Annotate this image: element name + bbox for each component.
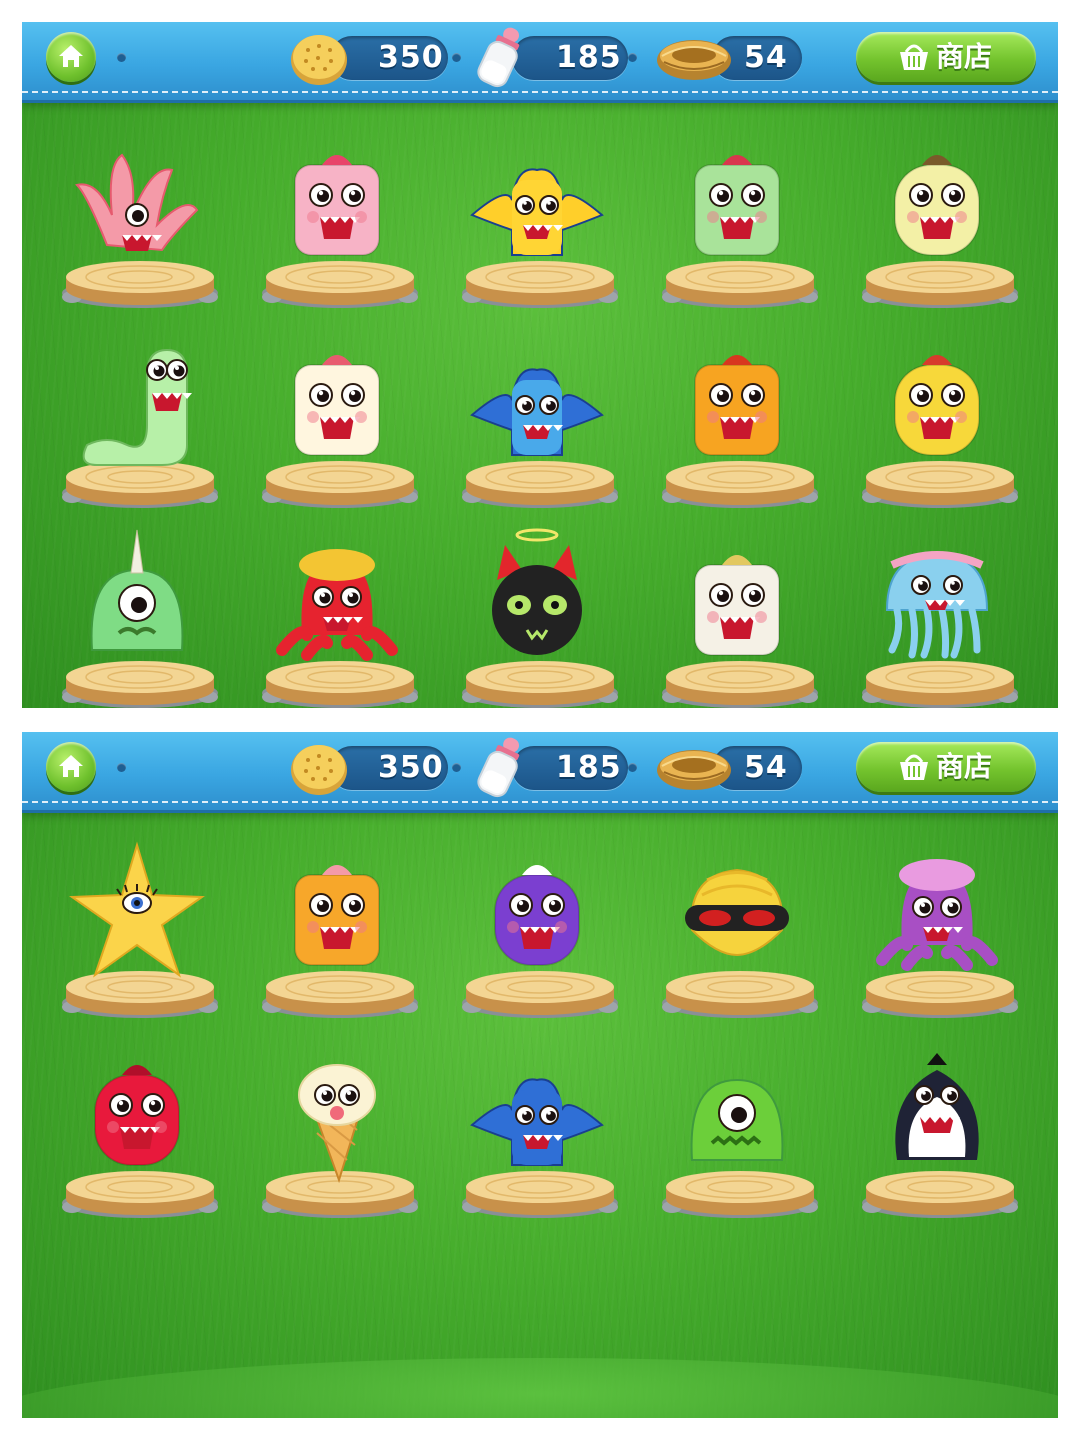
top-bar: 350 185 54 商店	[22, 732, 1058, 810]
grass-hill	[22, 1358, 1058, 1418]
milk-bottle-icon	[477, 27, 520, 88]
clam-sunglasses-monster[interactable]	[667, 835, 807, 990]
shop-button[interactable]: 商店	[856, 32, 1036, 82]
pet-slot[interactable]	[452, 117, 622, 317]
pet-slot[interactable]	[52, 517, 222, 708]
pet-slot[interactable]	[652, 827, 822, 1027]
pet-slot[interactable]	[852, 827, 1022, 1027]
yellow-pirate-monster[interactable]	[867, 325, 1007, 480]
blue-unicorn-bat-monster[interactable]	[467, 325, 607, 480]
yellow-winged-monster[interactable]	[467, 125, 607, 280]
pet-screen-2: 350 185 54 商店	[22, 732, 1058, 1418]
penguin-monster[interactable]	[867, 1035, 1007, 1190]
pet-slot[interactable]	[252, 317, 422, 517]
home-button[interactable]	[46, 742, 96, 792]
green-cyclops-horn-monster[interactable]	[67, 525, 207, 680]
mummy-monster[interactable]	[667, 525, 807, 680]
pet-slot[interactable]	[652, 317, 822, 517]
black-cat-devil-monster[interactable]	[467, 525, 607, 680]
green-cyclops-blob-monster[interactable]	[667, 1035, 807, 1190]
shop-button[interactable]: 商店	[856, 742, 1036, 792]
pet-slot[interactable]	[252, 517, 422, 708]
pet-screen-1: 350 185 54 商店	[22, 22, 1058, 708]
milk-count: 185	[556, 750, 622, 785]
pet-slot[interactable]	[652, 517, 822, 708]
red-jelly-monster[interactable]	[67, 1035, 207, 1190]
pet-slot[interactable]	[52, 827, 222, 1027]
pink-boot-monster[interactable]	[267, 125, 407, 280]
shop-label: 商店	[936, 40, 993, 73]
nest-count: 54	[744, 750, 788, 785]
pet-slot[interactable]	[52, 317, 222, 517]
pink-tentacle-monster[interactable]	[67, 125, 207, 280]
pet-slot[interactable]	[52, 117, 222, 317]
cookie-count: 350	[378, 750, 444, 785]
blue-jellyfish-monster[interactable]	[867, 525, 1007, 680]
pet-slot[interactable]	[252, 1027, 422, 1227]
separator-dot	[628, 53, 637, 62]
pet-slot[interactable]	[652, 1027, 822, 1227]
green-worm-monster[interactable]	[67, 325, 207, 480]
pet-slot[interactable]	[852, 117, 1022, 317]
nest-count: 54	[744, 40, 788, 75]
basket-icon	[900, 754, 928, 780]
home-button[interactable]	[46, 32, 96, 82]
separator-dot	[628, 763, 637, 772]
separator-dot	[117, 53, 126, 62]
milk-count: 185	[556, 40, 622, 75]
milk-bottle-icon	[477, 737, 520, 798]
home-icon	[59, 45, 83, 67]
cookie-count: 350	[378, 40, 444, 75]
nest-icon	[657, 40, 731, 80]
pet-slot[interactable]	[52, 1027, 222, 1227]
orange-shell-monster[interactable]	[267, 835, 407, 990]
purple-crab-monster[interactable]	[867, 835, 1007, 990]
baby-bottle-monster[interactable]	[267, 325, 407, 480]
separator-dot	[452, 763, 461, 772]
pet-slot[interactable]	[452, 1027, 622, 1227]
basket-icon	[900, 44, 928, 70]
cookie-icon	[291, 35, 347, 85]
shop-label: 商店	[936, 750, 993, 783]
red-octopus-monster[interactable]	[267, 525, 407, 680]
fluffy-sheep-king-monster[interactable]	[867, 125, 1007, 280]
pet-slot[interactable]	[452, 827, 622, 1027]
home-icon	[59, 755, 83, 777]
pet-slot[interactable]	[252, 827, 422, 1027]
pet-slot[interactable]	[252, 117, 422, 317]
starfish-monster[interactable]	[67, 835, 207, 990]
purple-dragon-monster[interactable]	[467, 835, 607, 990]
pet-slot[interactable]	[852, 517, 1022, 708]
orange-box-monster[interactable]	[667, 325, 807, 480]
separator-dot	[452, 53, 461, 62]
top-bar: 350 185 54 商店	[22, 22, 1058, 100]
separator-dot	[117, 763, 126, 772]
green-jelly-devil-monster[interactable]	[667, 125, 807, 280]
pet-slot[interactable]	[652, 117, 822, 317]
pet-slot[interactable]	[852, 1027, 1022, 1227]
blue-chef-bat-monster[interactable]	[467, 1035, 607, 1190]
pet-slot[interactable]	[452, 317, 622, 517]
pet-slot[interactable]	[452, 517, 622, 708]
ice-cream-cone-monster[interactable]	[267, 1035, 407, 1190]
cookie-icon	[291, 745, 347, 795]
nest-icon	[657, 750, 731, 790]
pet-slot[interactable]	[852, 317, 1022, 517]
